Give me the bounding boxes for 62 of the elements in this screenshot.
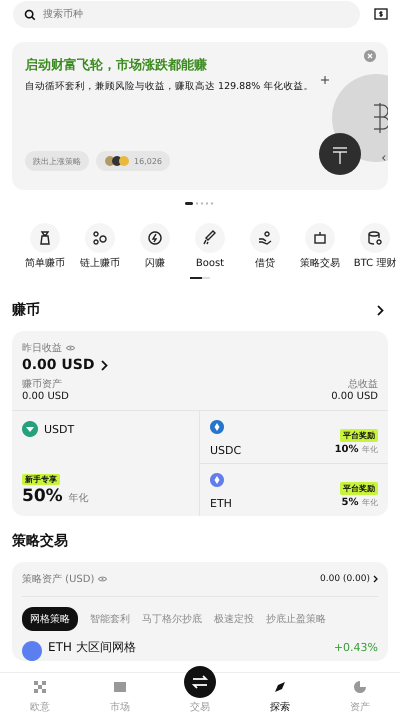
apy-rate: 10% xyxy=(334,444,359,455)
swap-icon xyxy=(191,675,209,689)
nav-tab[interactable]: 探索 xyxy=(255,680,305,714)
strategy-tab[interactable]: 网格策略 xyxy=(22,607,78,631)
promo-badge: 新手专享 xyxy=(22,474,60,485)
hand-coin-icon xyxy=(257,230,273,246)
strategy-assets-label: 策略资产 (USD) xyxy=(22,572,94,586)
shortcut-item[interactable]: 策略交易 xyxy=(295,223,345,271)
apy-rate: 5% xyxy=(342,497,359,508)
strategy-change: +0.43% xyxy=(334,641,378,654)
close-icon[interactable] xyxy=(364,50,376,62)
lightning-icon xyxy=(147,230,163,246)
yesterday-value[interactable]: 0.00 USD xyxy=(22,357,94,373)
promo-banner[interactable]: 启动财富飞轮，市场涨跌都能赚 自动循环套利，兼顾风险与收益，赚取高达 129.88% 年化收益。 跌出上涨策略 16,026 xyxy=(12,42,388,190)
shortcut-item[interactable]: BTC 理财 xyxy=(350,223,400,271)
chevron-right-icon[interactable] xyxy=(377,304,384,316)
strategy-name[interactable]: ETH 大区间网格 xyxy=(48,639,136,656)
total-label: 总收益 xyxy=(347,378,378,391)
coin-name: ETH xyxy=(210,497,232,510)
eye-icon[interactable] xyxy=(98,576,108,582)
page-dots-icon xyxy=(185,202,215,205)
shortcut-item[interactable]: 闪赚 xyxy=(130,223,180,271)
chevron-left-icon[interactable] xyxy=(381,154,386,162)
shortcut-item[interactable]: 借贷 xyxy=(240,223,290,271)
coin-icon xyxy=(22,641,42,661)
promo-badge: 平台奖励 xyxy=(340,482,378,495)
apy-unit: 年化 xyxy=(362,445,378,454)
exchange-rate-icon[interactable] xyxy=(374,7,388,21)
eye-icon[interactable] xyxy=(66,345,75,351)
coin-tile[interactable]: USDT 新手专享 50% 年化 xyxy=(12,411,200,516)
shortcut-item[interactable]: 链上赚币 xyxy=(75,223,125,271)
chevron-right-icon[interactable] xyxy=(373,575,378,583)
coin-tile[interactable]: USDC 平台奖励 10% 年化 xyxy=(200,411,388,463)
coin-tile[interactable]: ETH 平台奖励 5% 年化 xyxy=(200,463,388,516)
yesterday-label: 昨日收益 xyxy=(22,342,62,355)
assets-label: 赚币资产 xyxy=(22,378,63,391)
total-value: 0.00 USD xyxy=(331,391,378,402)
chain-nodes-icon xyxy=(92,230,108,246)
promo-badge: 平台奖励 xyxy=(340,429,378,442)
section-title: 策略交易 xyxy=(12,532,68,550)
strategy-tag: 跌出上涨策略 xyxy=(25,151,89,171)
coin-name: USDT xyxy=(44,422,74,436)
banner-title: 启动财富飞轮，市场涨跌都能赚 xyxy=(25,56,208,74)
shortcut-item[interactable]: Boost xyxy=(185,223,235,271)
grid-icon xyxy=(33,680,47,694)
apy-unit: 年化 xyxy=(362,498,378,507)
apy-rate: 50% xyxy=(22,486,63,506)
compass-icon xyxy=(273,680,287,694)
shortcut-item[interactable]: 简单赚币 xyxy=(20,223,70,271)
section-title: 赚币 xyxy=(12,301,40,319)
banner-subtitle: 自动循环套利，兼顾风险与收益，赚取高达 129.88% 年化收益。 xyxy=(25,80,314,93)
pie-chart-icon xyxy=(353,680,367,694)
avatars-icon xyxy=(104,155,130,167)
chevron-right-icon[interactable] xyxy=(100,360,108,370)
search-field[interactable]: 搜索币种 xyxy=(13,0,360,28)
users-count: 16,026 xyxy=(134,156,162,166)
assets-value: 0.00 USD xyxy=(22,391,69,402)
apy-unit: 年化 xyxy=(68,493,89,504)
strategy-assets-value[interactable]: 0.00 (0.00) xyxy=(320,574,370,584)
coin-stack-icon xyxy=(367,230,383,246)
scroll-indicator xyxy=(190,277,210,279)
coin-name: USDC xyxy=(210,444,242,457)
